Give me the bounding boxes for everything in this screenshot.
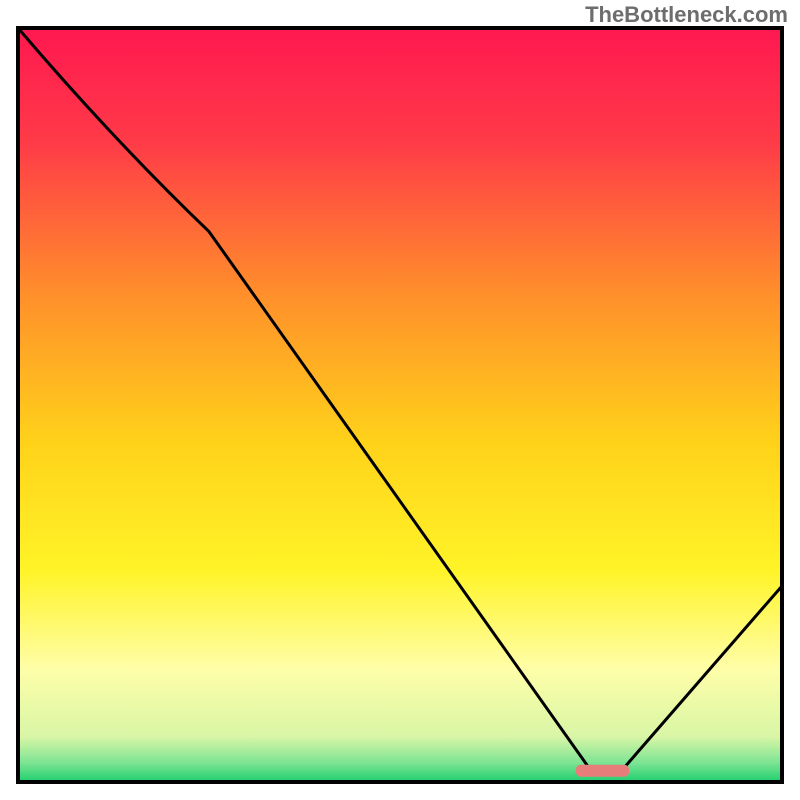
bottleneck-chart <box>0 0 800 800</box>
watermark-text: TheBottleneck.com <box>585 2 788 28</box>
plot-background <box>18 28 782 782</box>
optimum-marker <box>576 765 629 777</box>
chart-container: TheBottleneck.com <box>0 0 800 800</box>
